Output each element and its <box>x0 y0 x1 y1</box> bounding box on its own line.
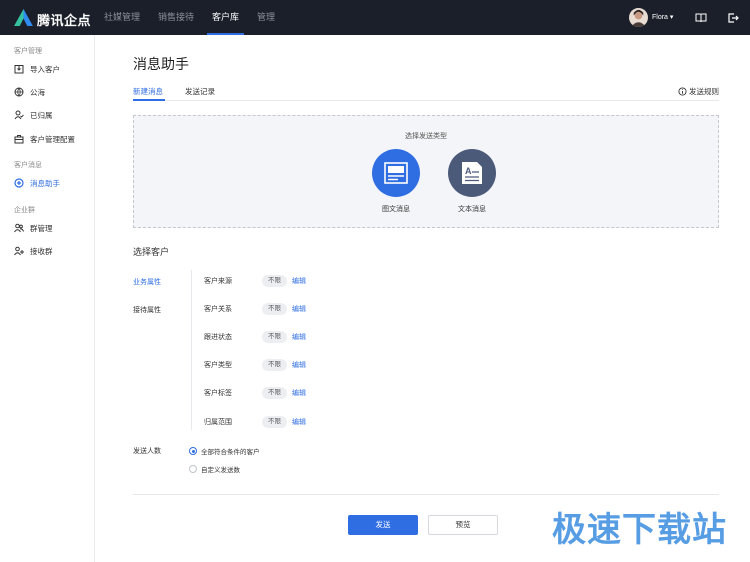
filter-edit-link[interactable]: 编辑 <box>292 276 306 286</box>
plus-circle-icon <box>14 178 24 188</box>
filter-follow-status: 跟进状态 不限 编辑 <box>204 331 306 343</box>
filter-label: 客户类型 <box>204 362 232 369</box>
preview-button[interactable]: 预览 <box>428 515 498 535</box>
sidebar-item-assigned[interactable]: 已归属 <box>14 107 92 123</box>
attr-tab-reception[interactable]: 接待属性 <box>133 305 161 315</box>
footer-divider <box>133 494 719 495</box>
filter-customer-type: 客户类型 不限 编辑 <box>204 359 306 371</box>
filter-edit-link[interactable]: 编辑 <box>292 332 306 342</box>
filter-label: 跟进状态 <box>204 334 232 341</box>
radio-label: 全部符合条件的客户 <box>201 449 260 456</box>
filter-edit-link[interactable]: 编辑 <box>292 360 306 370</box>
text-message-option[interactable]: A 文本消息 <box>442 149 502 214</box>
import-icon <box>14 65 24 74</box>
sidebar-item-config[interactable]: 客户管理配置 <box>14 131 92 147</box>
avatar[interactable] <box>629 8 648 27</box>
logo-icon <box>14 9 33 26</box>
group-icon <box>14 223 24 233</box>
filter-divider <box>191 270 192 430</box>
radio-label: 自定义发送数 <box>201 467 240 474</box>
rich-message-option[interactable]: 图文消息 <box>366 149 426 214</box>
sidebar-group-customer-message: 客户消息 <box>14 162 42 169</box>
active-tab-indicator <box>133 99 165 101</box>
sidebar-item-message-assistant[interactable]: 消息助手 <box>14 175 92 191</box>
select-customers-title: 选择客户 <box>133 247 170 257</box>
filter-customer-source: 客户来源 不限 编辑 <box>204 275 306 287</box>
watermark: 极速下载站 <box>552 510 727 550</box>
page-title: 消息助手 <box>133 56 189 72</box>
sidebar-item-import[interactable]: 导入客户 <box>14 61 92 77</box>
info-icon <box>678 87 687 96</box>
sidebar-item-label: 接收群 <box>30 246 53 256</box>
filter-label: 客户标签 <box>204 390 232 397</box>
attr-tab-business[interactable]: 业务属性 <box>133 277 161 287</box>
globe-icon <box>14 87 24 97</box>
message-type-dropzone: 选择发送类型 图文消息 A 文本消息 <box>133 115 719 228</box>
top-navbar: 腾讯企点 社媒管理 销售接待 客户库 管理 Flora ▾ <box>0 0 750 35</box>
filter-value-pill: 不限 <box>262 275 287 287</box>
filter-value-pill: 不限 <box>262 303 287 315</box>
filter-label: 客户关系 <box>204 306 232 313</box>
radio-button-selected[interactable] <box>189 447 197 455</box>
filter-value-pill: 不限 <box>262 359 287 371</box>
rich-message-label: 图文消息 <box>382 206 410 213</box>
briefcase-icon <box>14 135 24 144</box>
sidebar-item-label: 导入客户 <box>30 64 60 74</box>
filter-value-pill: 不限 <box>262 387 287 399</box>
logout-icon[interactable] <box>727 12 739 24</box>
sidebar-item-group-manage[interactable]: 群管理 <box>14 220 92 236</box>
dropzone-title: 选择发送类型 <box>405 133 447 140</box>
filter-value-pill: 不限 <box>262 331 287 343</box>
sidebar-item-receive-group[interactable]: 接收群 <box>14 243 92 259</box>
group-add-icon <box>14 246 24 256</box>
send-count-label: 发送人数 <box>133 448 161 455</box>
sidebar-item-label: 已归属 <box>30 110 53 120</box>
topnav-social[interactable]: 社媒管理 <box>95 0 149 35</box>
sidebar-item-label: 公海 <box>30 87 45 97</box>
sidebar-item-label: 群管理 <box>30 223 53 233</box>
radio-custom-count[interactable]: 自定义发送数 <box>189 464 240 474</box>
filter-ownership-scope: 归属范围 不限 编辑 <box>204 416 306 428</box>
sidebar-group-enterprise-group: 企业群 <box>14 207 35 214</box>
user-menu[interactable]: Flora ▾ <box>652 13 673 21</box>
book-icon[interactable] <box>695 12 707 24</box>
filter-edit-link[interactable]: 编辑 <box>292 388 306 398</box>
filter-customer-relation: 客户关系 不限 编辑 <box>204 303 306 315</box>
tab-new-message[interactable]: 新建消息 <box>133 86 163 97</box>
send-rules-link[interactable]: 发送规则 <box>678 86 719 97</box>
filter-edit-link[interactable]: 编辑 <box>292 304 306 314</box>
radio-all-customers[interactable]: 全部符合条件的客户 <box>189 446 260 456</box>
filter-customer-tag: 客户标签 不限 编辑 <box>204 387 306 399</box>
send-button[interactable]: 发送 <box>348 515 418 535</box>
svg-text:A: A <box>465 166 472 176</box>
send-rules-label: 发送规则 <box>689 87 719 96</box>
tab-send-record[interactable]: 发送记录 <box>185 86 215 97</box>
text-message-label: 文本消息 <box>458 206 486 213</box>
tabs-divider <box>133 100 719 101</box>
filter-edit-link[interactable]: 编辑 <box>292 417 306 427</box>
user-check-icon <box>14 110 24 120</box>
brand-name: 腾讯企点 <box>37 13 92 28</box>
top-nav: 社媒管理 销售接待 客户库 管理 <box>95 0 284 35</box>
sidebar-item-public-pool[interactable]: 公海 <box>14 84 92 100</box>
radio-button[interactable] <box>189 465 197 473</box>
topnav-manage[interactable]: 管理 <box>248 0 284 35</box>
topnav-sales[interactable]: 销售接待 <box>149 0 203 35</box>
rich-message-icon <box>372 149 420 197</box>
topnav-customers[interactable]: 客户库 <box>203 0 248 35</box>
sidebar-item-label: 消息助手 <box>30 178 60 188</box>
filter-label: 归属范围 <box>204 419 232 426</box>
filter-value-pill: 不限 <box>262 416 287 428</box>
sidebar-group-customer-manage: 客户管理 <box>14 48 42 55</box>
text-message-icon: A <box>448 149 496 197</box>
sidebar-item-label: 客户管理配置 <box>30 134 75 144</box>
filter-label: 客户来源 <box>204 278 232 285</box>
